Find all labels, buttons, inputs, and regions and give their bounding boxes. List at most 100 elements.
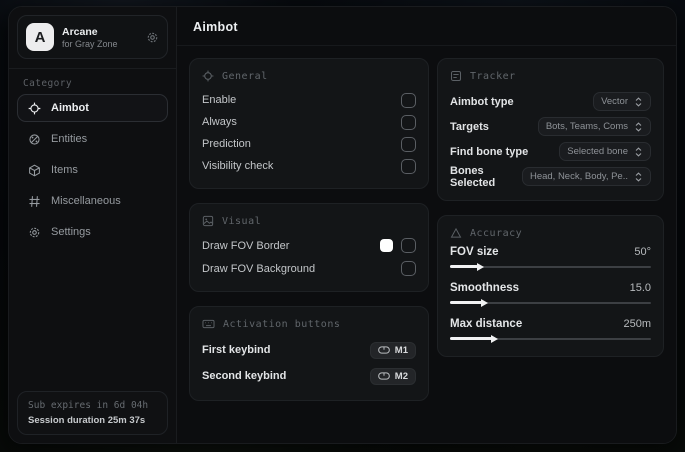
tracker-card: Tracker Aimbot type Vector Targets Bots,… bbox=[437, 58, 664, 201]
hash-icon bbox=[28, 195, 41, 208]
setting-label: Smoothness bbox=[450, 282, 520, 294]
triangle-icon bbox=[450, 227, 462, 239]
targets-select[interactable]: Bots, Teams, Coms bbox=[537, 117, 651, 136]
sidebar-item-items[interactable]: Items bbox=[17, 156, 168, 184]
always-checkbox[interactable] bbox=[401, 114, 416, 130]
session-duration-text: Session duration 25m 37s bbox=[28, 415, 146, 426]
setting-row-visibility-check: Visibility check bbox=[202, 155, 416, 177]
slider-header: Smoothness 15.0 bbox=[450, 282, 651, 294]
sidebar-item-entities[interactable]: Entities bbox=[17, 125, 168, 153]
setting-row-draw-fov-border: Draw FOV Border bbox=[202, 234, 416, 257]
bones-selected-select[interactable]: Head, Neck, Body, Pe.. bbox=[521, 167, 651, 186]
select-value: Selected bone bbox=[567, 146, 628, 157]
setting-label: First keybind bbox=[202, 344, 271, 356]
category-label: Category bbox=[23, 78, 72, 89]
sidebar-item-settings[interactable]: Settings bbox=[17, 218, 168, 246]
app-title: Arcane bbox=[62, 25, 98, 38]
visual-card-header: Visual bbox=[202, 215, 416, 227]
setting-row-first-keybind: First keybind M1 bbox=[202, 337, 416, 363]
app-window: A Arcane for Gray Zone Category Aimbot E… bbox=[8, 6, 677, 444]
fov-size-setting: FOV size 50° bbox=[450, 246, 651, 271]
select-value: Bots, Teams, Coms bbox=[545, 121, 628, 132]
smoothness-value: 15.0 bbox=[629, 282, 651, 294]
setting-row-always: Always bbox=[202, 111, 416, 133]
sidebar: A Arcane for Gray Zone Category Aimbot E… bbox=[9, 7, 177, 443]
chevron-up-down-icon bbox=[634, 146, 643, 157]
find-bone-type-select[interactable]: Selected bone bbox=[559, 142, 651, 161]
fov-border-color-swatch[interactable] bbox=[380, 239, 393, 252]
smoothness-slider[interactable] bbox=[450, 298, 651, 307]
left-column: General Enable Always Prediction Visibil… bbox=[189, 58, 429, 401]
game-background: A Arcane for Gray Zone Category Aimbot E… bbox=[0, 0, 685, 452]
card-title: Accuracy bbox=[470, 227, 523, 239]
card-title: Activation buttons bbox=[223, 318, 341, 330]
brand-text: Arcane for Gray Zone bbox=[62, 26, 118, 49]
activation-buttons-card: Activation buttons First keybind M1 Seco… bbox=[189, 306, 429, 401]
cube-icon bbox=[28, 164, 41, 177]
scan-icon bbox=[450, 70, 462, 82]
entities-icon bbox=[28, 133, 41, 146]
setting-label: Draw FOV Border bbox=[202, 239, 290, 252]
sidebar-item-label: Items bbox=[51, 164, 78, 176]
activation-card-header: Activation buttons bbox=[202, 318, 416, 330]
sidebar-item-label: Entities bbox=[51, 133, 88, 145]
gear-icon[interactable] bbox=[146, 31, 159, 44]
setting-row-draw-fov-background: Draw FOV Background bbox=[202, 257, 416, 280]
setting-row-second-keybind: Second keybind M2 bbox=[202, 363, 416, 389]
max-distance-slider[interactable] bbox=[450, 334, 651, 343]
setting-row-enable: Enable bbox=[202, 89, 416, 111]
accuracy-card-header: Accuracy bbox=[450, 227, 651, 239]
setting-label: Aimbot type bbox=[450, 95, 514, 108]
setting-label: FOV size bbox=[450, 246, 499, 258]
slider-fill bbox=[450, 334, 499, 343]
slider-thumb[interactable] bbox=[481, 298, 489, 307]
keybind-value: M1 bbox=[394, 344, 408, 356]
slider-fill bbox=[450, 262, 485, 271]
right-column: Tracker Aimbot type Vector Targets Bots,… bbox=[437, 58, 664, 357]
general-card-header: General bbox=[202, 70, 416, 82]
subscription-info: Sub expires in 6d 04h Session duration 2… bbox=[17, 391, 168, 435]
sidebar-nav: Aimbot Entities Items Miscellaneous Sett… bbox=[9, 94, 176, 246]
setting-label: Visibility check bbox=[202, 160, 274, 172]
crosshair-icon bbox=[28, 102, 41, 115]
max-distance-value: 250m bbox=[623, 318, 651, 330]
page-title: Aimbot bbox=[193, 20, 238, 34]
main-panel: Aimbot General Enable Always Prediction … bbox=[177, 7, 676, 443]
sidebar-item-miscellaneous[interactable]: Miscellaneous bbox=[17, 187, 168, 215]
draw-fov-background-checkbox[interactable] bbox=[401, 261, 416, 276]
border-controls bbox=[380, 238, 416, 253]
keyboard-icon bbox=[202, 318, 215, 330]
app-subtitle: for Gray Zone bbox=[62, 38, 118, 49]
aimbot-type-select[interactable]: Vector bbox=[593, 92, 651, 111]
keybind-value: M2 bbox=[394, 370, 408, 382]
sidebar-item-aimbot[interactable]: Aimbot bbox=[17, 94, 168, 122]
draw-fov-border-checkbox[interactable] bbox=[401, 238, 416, 253]
visual-card: Visual Draw FOV Border Draw FOV Backgrou… bbox=[189, 203, 429, 292]
brand-card: A Arcane for Gray Zone bbox=[17, 15, 168, 59]
setting-label: Targets bbox=[450, 120, 489, 133]
setting-row-aimbot-type: Aimbot type Vector bbox=[450, 89, 651, 114]
slider-thumb[interactable] bbox=[477, 262, 485, 271]
chevron-up-down-icon bbox=[634, 96, 643, 107]
chevron-up-down-icon bbox=[634, 121, 643, 132]
setting-label: Prediction bbox=[202, 138, 251, 150]
setting-label: Bones Selected bbox=[450, 164, 496, 189]
select-value: Vector bbox=[601, 96, 628, 107]
slider-header: Max distance 250m bbox=[450, 318, 651, 330]
logo-letter: A bbox=[34, 28, 46, 46]
first-keybind-button[interactable]: M1 bbox=[369, 341, 416, 359]
card-title: General bbox=[222, 70, 268, 82]
visibility-check-checkbox[interactable] bbox=[401, 158, 416, 174]
slider-thumb[interactable] bbox=[491, 334, 499, 343]
fov-size-slider[interactable] bbox=[450, 262, 651, 271]
setting-row-targets: Targets Bots, Teams, Coms bbox=[450, 114, 651, 139]
second-keybind-button[interactable]: M2 bbox=[369, 367, 416, 385]
image-icon bbox=[202, 215, 214, 227]
sidebar-item-label: Settings bbox=[51, 226, 91, 238]
prediction-checkbox[interactable] bbox=[401, 136, 416, 152]
gear-icon bbox=[28, 226, 41, 239]
card-title: Tracker bbox=[470, 70, 516, 82]
select-value: Head, Neck, Body, Pe.. bbox=[529, 171, 628, 182]
enable-checkbox[interactable] bbox=[401, 92, 416, 108]
sidebar-item-label: Miscellaneous bbox=[51, 195, 121, 207]
